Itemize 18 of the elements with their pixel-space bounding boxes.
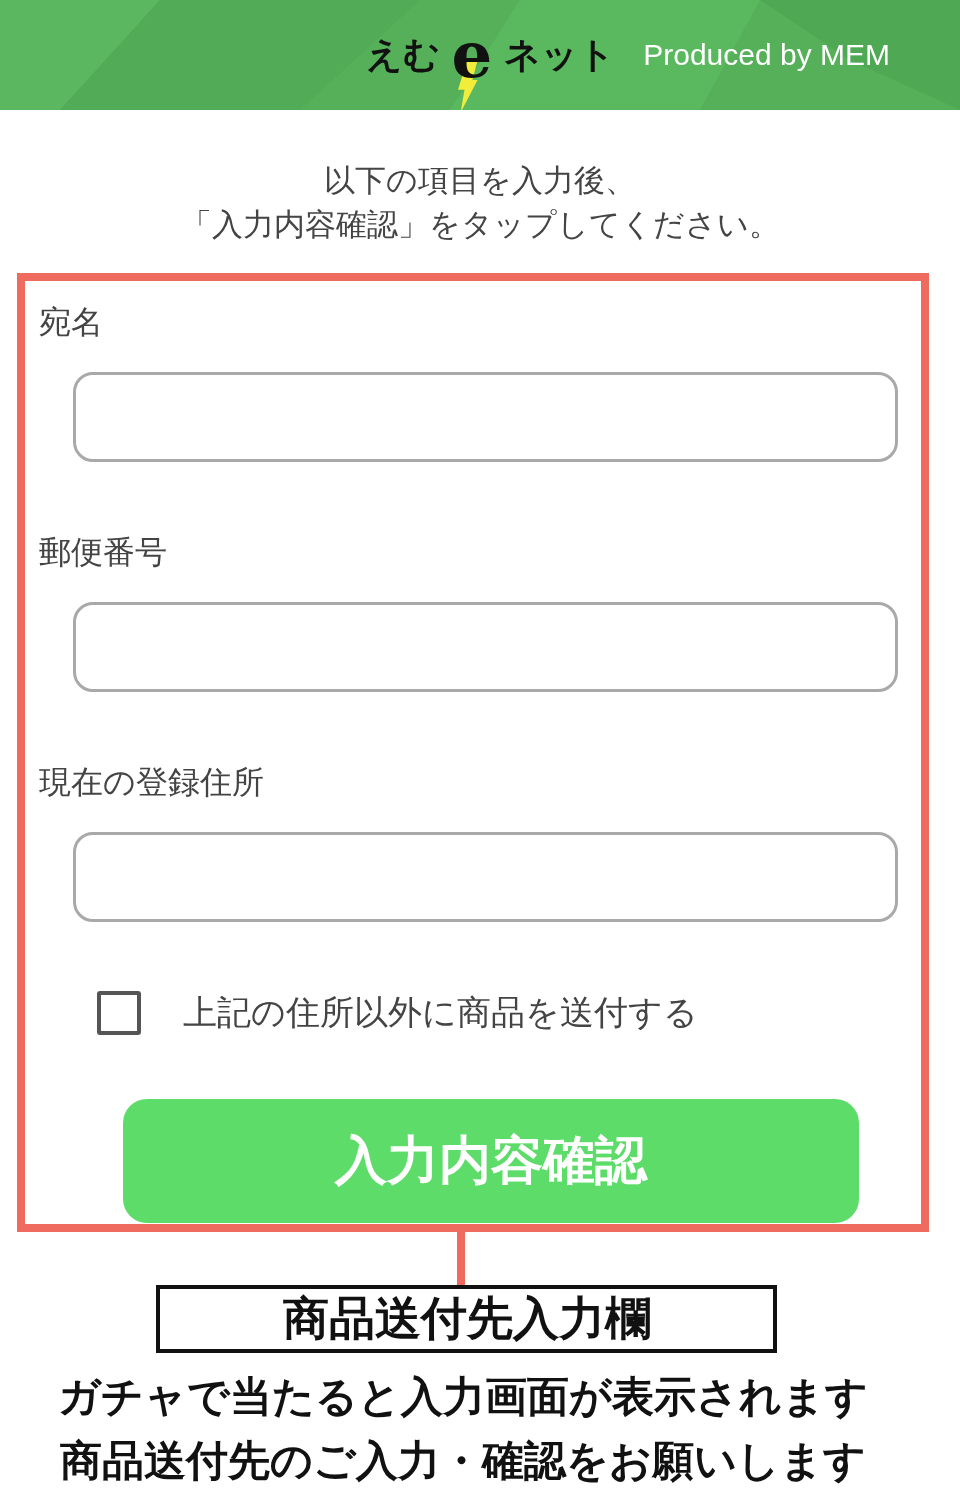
caption-title: 商品送付先入力欄 bbox=[282, 1290, 651, 1347]
tagline: Produced by MEM bbox=[643, 38, 890, 72]
input-field[interactable] bbox=[73, 602, 898, 692]
input-field[interactable] bbox=[73, 372, 898, 462]
field-label: 現在の登録住所 bbox=[39, 762, 264, 803]
confirm-button[interactable]: 入力内容確認 bbox=[123, 1099, 859, 1223]
field-label: 郵便番号 bbox=[39, 532, 167, 573]
caption-text: 商品送付先のご入力・確認をお願いします bbox=[59, 1435, 866, 1487]
instruction-text: 以下の項目を入力後、 bbox=[324, 162, 636, 198]
instruction-text: 「入力内容確認」をタップしてください。 bbox=[180, 206, 780, 242]
field-label: 宛名 bbox=[39, 302, 103, 343]
caption-text: ガチャで当たると入力画面が表示されます bbox=[57, 1371, 868, 1423]
checkbox[interactable] bbox=[97, 991, 141, 1035]
logo-text: ネット bbox=[504, 32, 616, 77]
logo-text: えむ bbox=[365, 32, 440, 77]
logo-text: e bbox=[451, 23, 493, 87]
checkbox-label: 上記の住所以外に商品を送付する bbox=[183, 991, 698, 1034]
input-field[interactable] bbox=[73, 832, 898, 922]
